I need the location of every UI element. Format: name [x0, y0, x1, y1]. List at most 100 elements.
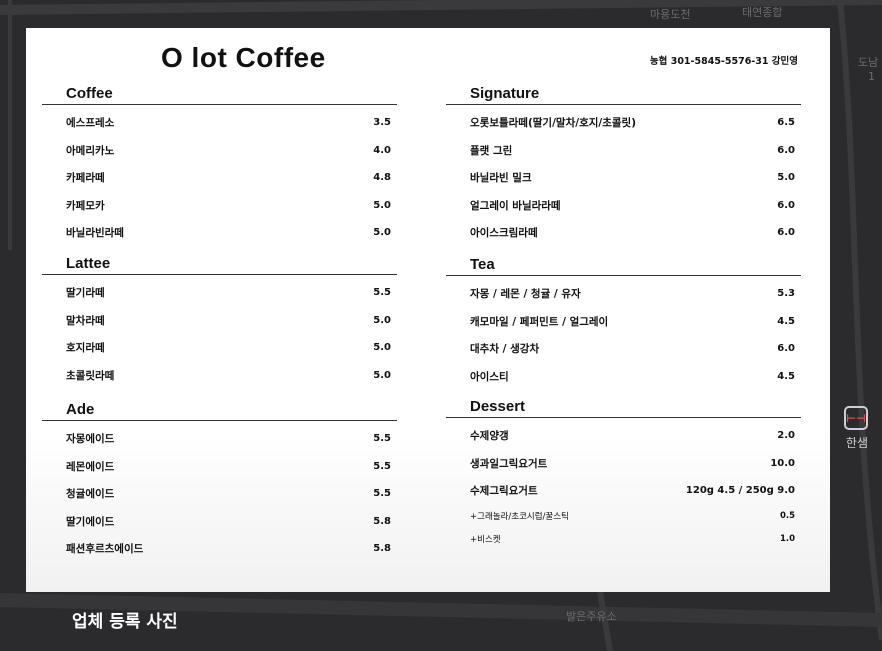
section-header: Tea [446, 255, 801, 276]
account-info: 농협 301-5845-5576-31 강민영 [649, 56, 798, 67]
menu-item-price: 5.5 [373, 433, 391, 445]
menu-item-price: 5.8 [373, 515, 391, 527]
menu-section: Dessert 수제양갱 2.0 생과일그릭요거트 10.0 수제그릭요거트 120g 4.… [446, 397, 801, 551]
section-header: Coffee [42, 84, 397, 105]
menu-item-price: 5.0 [373, 369, 391, 381]
menu-item-name: 초콜릿라떼 [66, 369, 115, 382]
menu-item: 수제양갱 2.0 [446, 422, 801, 450]
menu-item-price: 5.0 [373, 227, 391, 239]
menu-item-price: 6.0 [777, 343, 795, 355]
menu-item: 얼그레이 바닐라라떼 6.0 [446, 192, 801, 220]
menu-item-name: 딸기라떼 [66, 287, 105, 300]
map-place-label: 태연종합 [742, 6, 783, 19]
menu-item-name: 대추차 / 생강차 [470, 343, 540, 356]
menu-item-name: 수제그릭요거트 [470, 485, 538, 498]
menu-photo[interactable]: O lot Coffee 농협 301-5845-5576-31 강민영 Cof… [26, 28, 830, 592]
menu-addon-price: 0.5 [779, 511, 795, 521]
menu-addon-name: +비스켓 [470, 535, 501, 545]
menu-item: 아이스티 4.5 [446, 363, 801, 391]
menu-item-name: 자몽 / 레몬 / 청귤 / 유자 [470, 288, 581, 301]
menu-item-price: 6.5 [777, 117, 795, 129]
menu-item-price: 4.8 [373, 172, 391, 184]
menu-item-name: 얼그레이 바닐라라떼 [470, 199, 561, 212]
menu-item-name: 패션후르츠에이드 [66, 543, 144, 556]
section-header: Dessert [446, 397, 801, 418]
menu-section: Tea 자몽 / 레몬 / 청귤 / 유자 5.3 캐모마일 / 페퍼민트 / 얼그레… [446, 255, 801, 390]
menu-item: 자몽에이드 5.5 [42, 425, 397, 453]
menu-item-price: 5.3 [777, 288, 795, 300]
menu-item-price: 10.0 [770, 457, 795, 469]
menu-item-name: 청귤에이드 [66, 488, 115, 501]
menu-item-price: 5.0 [373, 199, 391, 211]
menu-section: Coffee 에스프레소 3.5 아메리카노 4.0 카페라떼 4.8 카페모카 5.0 바닐라빈… [42, 84, 397, 247]
menu-item: 캐모마일 / 페퍼민트 / 얼그레이 4.5 [446, 308, 801, 336]
menu-item-name: 바닐라빈 밀크 [470, 172, 532, 185]
menu-item: 호지라떼 5.0 [42, 334, 397, 362]
menu-item-name: 아이스크림라떼 [470, 227, 538, 240]
menu-item-name: 카페모카 [66, 199, 105, 212]
menu-item: 대추차 / 생강차 6.0 [446, 335, 801, 363]
menu-item-price: 5.0 [373, 342, 391, 354]
map-place-label: 발은주유소 [566, 610, 617, 623]
menu-item-price: 4.0 [373, 144, 391, 156]
menu-item: 오롯보틀라떼(딸기/말차/호지/초콜릿) 6.5 [446, 109, 801, 137]
menu-item-price: 5.0 [373, 314, 391, 326]
menu-addon-price: 1.0 [779, 534, 795, 544]
menu-item: 패션후르츠에이드 5.8 [42, 535, 397, 563]
menu-section: Signature 오롯보틀라떼(딸기/말차/호지/초콜릿) 6.5 플랫 그린 6.0… [446, 84, 801, 247]
menu-item: 딸기라떼 5.5 [42, 279, 397, 307]
menu-item: 플랫 그린 6.0 [446, 137, 801, 165]
menu-item: 아이스크림라떼 6.0 [446, 219, 801, 247]
section-header: Lattee [42, 254, 397, 275]
menu-item-price: 5.5 [373, 460, 391, 472]
menu-item-name: 플랫 그린 [470, 144, 513, 157]
menu-item: 수제그릭요거트 120g 4.5 / 250g 9.0 [446, 477, 801, 505]
photo-caption: 업체 등록 사진 [72, 612, 178, 632]
menu-item: 바닐라빈 밀크 5.0 [446, 164, 801, 192]
menu-item-price: 5.8 [373, 543, 391, 555]
subway-station-icon[interactable]: ⊢⊣ [844, 406, 868, 430]
menu-item: 자몽 / 레몬 / 청귤 / 유자 5.3 [446, 280, 801, 308]
menu-item-name: 아메리카노 [66, 144, 115, 157]
menu-item-price: 5.0 [777, 172, 795, 184]
menu-item-name: 아이스티 [470, 370, 509, 383]
menu-item-name: 오롯보틀라떼(딸기/말차/호지/초콜릿) [470, 117, 637, 130]
menu-item: 레몬에이드 5.5 [42, 453, 397, 481]
menu-item-price: 4.5 [777, 315, 795, 327]
menu-item-name: 에스프레소 [66, 117, 115, 130]
menu-item: 초콜릿라떼 5.0 [42, 362, 397, 390]
menu-item-name: 자몽에이드 [66, 433, 115, 446]
map-place-label: 1 [868, 70, 875, 83]
menu-item-name: 말차라떼 [66, 314, 105, 327]
menu-addon-name: +그래놀라/초코시럽/꿀스틱 [470, 512, 569, 522]
menu-item-name: 생과일그릭요거트 [470, 457, 548, 470]
menu-item-name: 캐모마일 / 페퍼민트 / 얼그레이 [470, 315, 609, 328]
menu-item-price: 2.0 [777, 430, 795, 442]
menu-item-name: 바닐라빈라떼 [66, 227, 124, 240]
menu-item: 카페라떼 4.8 [42, 164, 397, 192]
menu-item-price: 5.5 [373, 287, 391, 299]
menu-item: 아메리카노 4.0 [42, 137, 397, 165]
section-header: Ade [42, 400, 397, 421]
menu-section: Ade 자몽에이드 5.5 레몬에이드 5.5 청귤에이드 5.5 딸기에이드 5.8 패션후르츠… [42, 400, 397, 563]
menu-item: 청귤에이드 5.5 [42, 480, 397, 508]
map-place-label: 도남 [858, 56, 879, 69]
section-header: Signature [446, 84, 801, 105]
menu-item: 바닐라빈라떼 5.0 [42, 219, 397, 247]
station-label: 한샘 [845, 436, 868, 450]
menu-title: O lot Coffee [161, 42, 326, 73]
menu-item-price: 4.5 [777, 370, 795, 382]
menu-item-price: 6.0 [777, 144, 795, 156]
menu-item-name: 카페라떼 [66, 172, 105, 185]
menu-item-name: 수제양갱 [470, 430, 509, 443]
map-place-label: 마용도천 [650, 8, 691, 21]
menu-item-name: 호지라떼 [66, 342, 105, 355]
menu-item-price: 6.0 [777, 199, 795, 211]
menu-addon: +비스켓 1.0 [446, 528, 801, 551]
menu-section: Lattee 딸기라떼 5.5 말차라떼 5.0 호지라떼 5.0 초콜릿라떼 5.0 [42, 254, 397, 389]
menu-item-price: 3.5 [373, 117, 391, 129]
menu-item: 말차라떼 5.0 [42, 307, 397, 335]
menu-item-name: 딸기에이드 [66, 515, 115, 528]
menu-item-name: 레몬에이드 [66, 460, 115, 473]
menu-item: 카페모카 5.0 [42, 192, 397, 220]
